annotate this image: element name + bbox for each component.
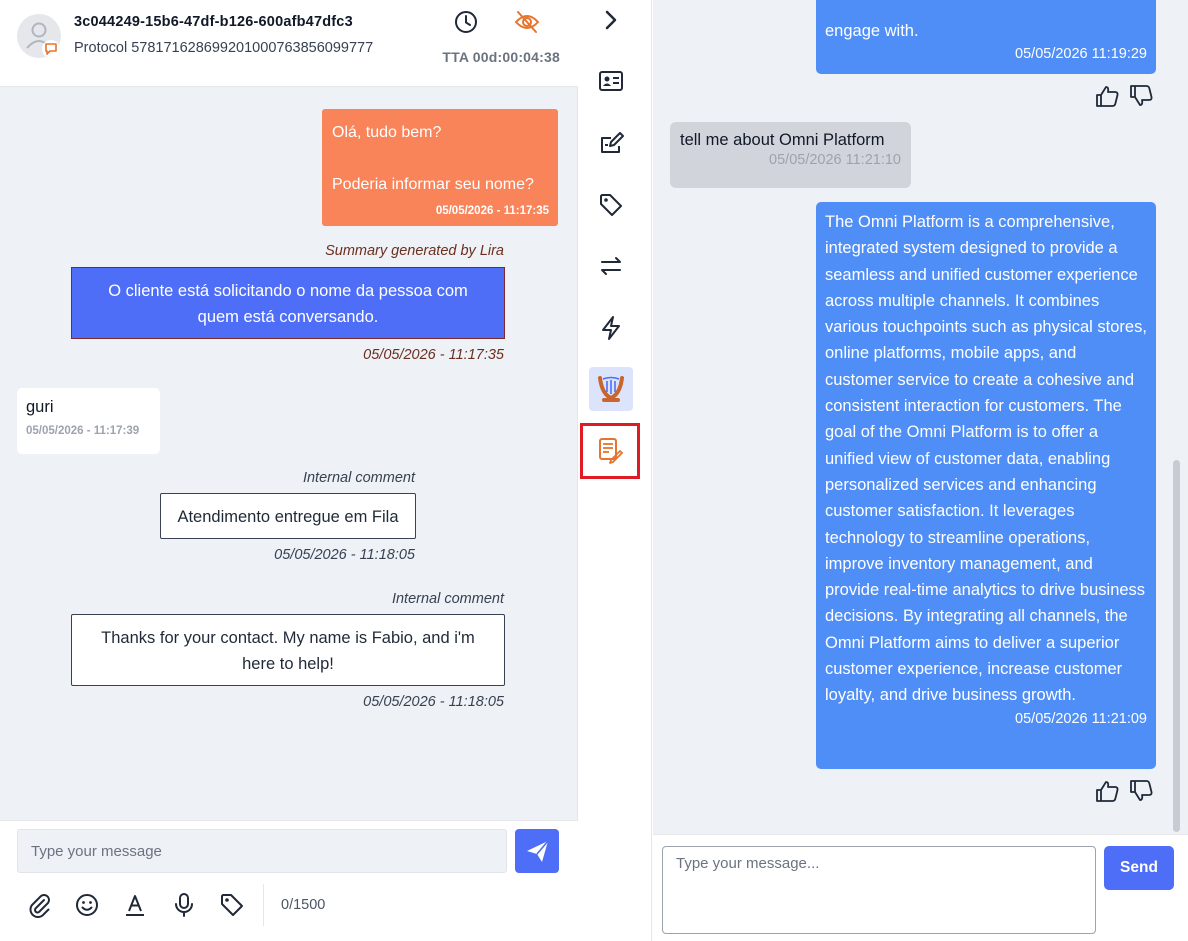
summary-box: O cliente está solicitando o nome da pes… bbox=[71, 267, 505, 339]
send-button[interactable]: Send bbox=[1104, 846, 1174, 890]
lira-chat-panel: engage with. 05/05/2026 11:19:29 tell me… bbox=[653, 0, 1188, 941]
text-format-icon[interactable] bbox=[121, 891, 149, 919]
character-counter: 0/1500 bbox=[281, 897, 326, 913]
internal-comment: Atendimento entregue em Fila bbox=[160, 493, 416, 539]
bot-message-text: engage with. bbox=[825, 22, 919, 40]
notes-icon bbox=[599, 438, 623, 464]
conversation-panel: 3c044249-15b6-47df-b126-600afb47dfc3 Pro… bbox=[0, 0, 578, 941]
internal-comment: Thanks for your contact. My name is Fabi… bbox=[71, 614, 505, 686]
message-timestamp: 05/05/2026 11:21:09 bbox=[1015, 710, 1147, 727]
lightning-icon[interactable] bbox=[597, 314, 625, 342]
paperclip-icon[interactable] bbox=[25, 891, 53, 919]
agent-message: Olá, tudo bem? Poderia informar seu nome… bbox=[322, 109, 558, 226]
summary-timestamp: 05/05/2026 - 11:17:35 bbox=[363, 347, 504, 363]
user-message-text: tell me about Omni Platform bbox=[680, 131, 885, 149]
contact-card-icon[interactable] bbox=[597, 67, 625, 95]
send-button[interactable] bbox=[515, 829, 559, 873]
message-composer: Type your message 0/1500 bbox=[0, 820, 578, 941]
bot-message-text: The Omni Platform is a comprehensive, in… bbox=[825, 213, 1147, 705]
scrollbar[interactable] bbox=[1173, 460, 1180, 832]
lira-assistant-button[interactable] bbox=[589, 367, 633, 411]
lira-message-list[interactable]: engage with. 05/05/2026 11:19:29 tell me… bbox=[653, 0, 1188, 834]
agent-message-line: Olá, tudo bem? bbox=[332, 124, 442, 141]
edit-icon[interactable] bbox=[597, 130, 625, 158]
internal-comment-timestamp: 05/05/2026 - 11:18:05 bbox=[274, 547, 415, 563]
chevron-right-icon[interactable] bbox=[597, 6, 625, 34]
tag-icon[interactable] bbox=[597, 191, 625, 219]
microphone-icon[interactable] bbox=[170, 891, 198, 919]
conversation-header: 3c044249-15b6-47df-b126-600afb47dfc3 Pro… bbox=[0, 0, 578, 87]
message-input[interactable]: Type your message bbox=[17, 829, 507, 873]
customer-message: guri 05/05/2026 - 11:17:39 bbox=[17, 388, 160, 454]
side-action-rail bbox=[578, 0, 652, 941]
message-timestamp: 05/05/2026 - 11:17:39 bbox=[26, 425, 140, 437]
customer-message-text: guri bbox=[26, 398, 54, 416]
internal-comment-label: Internal comment bbox=[391, 591, 504, 607]
emoji-icon[interactable] bbox=[73, 891, 101, 919]
message-timestamp: 05/05/2026 11:19:29 bbox=[1015, 46, 1147, 63]
message-timestamp: 05/05/2026 - 11:17:35 bbox=[435, 205, 549, 217]
thumbs-down-icon[interactable] bbox=[1128, 778, 1154, 804]
eye-off-icon[interactable] bbox=[513, 9, 541, 35]
protocol-number: Protocol 578171628699201000763856099777 bbox=[74, 40, 374, 56]
user-message: tell me about Omni Platform 05/05/2026 1… bbox=[670, 122, 911, 188]
send-icon bbox=[527, 840, 549, 862]
thumbs-down-icon[interactable] bbox=[1128, 83, 1154, 109]
clock-icon[interactable] bbox=[453, 9, 479, 35]
internal-comment-label: Internal comment bbox=[302, 470, 415, 486]
lira-message-input[interactable]: Type your message... bbox=[662, 846, 1096, 934]
bot-message: engage with. 05/05/2026 11:19:29 bbox=[816, 0, 1156, 74]
thumbs-up-icon[interactable] bbox=[1094, 83, 1120, 109]
toolbar-divider bbox=[263, 884, 264, 926]
chat-channel-icon bbox=[42, 40, 60, 58]
summary-label: Summary generated by Lira bbox=[325, 243, 504, 259]
transfer-icon[interactable] bbox=[597, 252, 625, 280]
notes-button-highlighted[interactable] bbox=[580, 423, 640, 479]
internal-comment-timestamp: 05/05/2026 - 11:18:05 bbox=[363, 694, 504, 710]
message-timestamp: 05/05/2026 11:21:10 bbox=[769, 152, 901, 168]
lira-composer: Type your message... Send bbox=[653, 834, 1188, 941]
tag-icon[interactable] bbox=[218, 891, 246, 919]
agent-message-line: Poderia informar seu nome? bbox=[332, 176, 534, 193]
bot-message: The Omni Platform is a comprehensive, in… bbox=[816, 202, 1156, 769]
thumbs-up-icon[interactable] bbox=[1094, 778, 1120, 804]
tta-timer: TTA 00d:00:04:38 bbox=[442, 49, 560, 65]
lira-logo bbox=[598, 376, 624, 402]
conversation-id: 3c044249-15b6-47df-b126-600afb47dfc3 bbox=[74, 14, 353, 30]
